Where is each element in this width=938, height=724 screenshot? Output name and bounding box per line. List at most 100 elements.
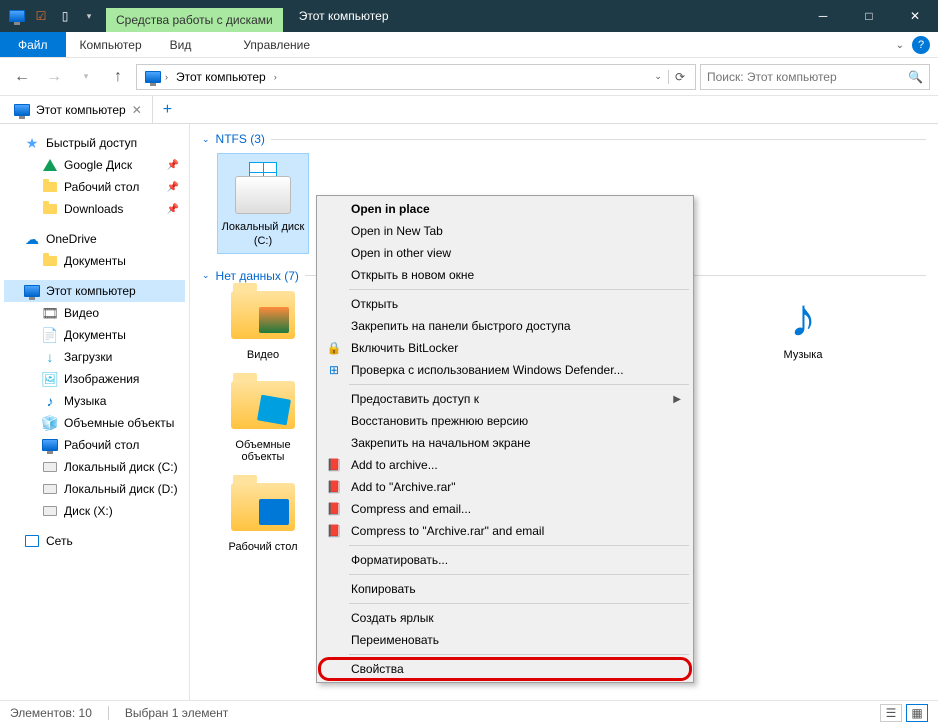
picture-icon: 🖼 <box>42 371 58 387</box>
sidebar-item-network[interactable]: Сеть <box>4 530 185 552</box>
folder-desktop[interactable]: Рабочий стол <box>218 483 308 553</box>
ctx-compress-email[interactable]: 📕Compress and email... <box>319 498 691 520</box>
sidebar-item-downloads[interactable]: Downloads📌 <box>4 198 185 220</box>
help-button[interactable]: ? <box>912 36 930 54</box>
ctx-open-new-tab[interactable]: Open in New Tab <box>319 220 691 242</box>
sidebar-item-local-c[interactable]: Локальный диск (C:) <box>4 456 185 478</box>
bitlocker-icon: 🔒 <box>325 339 343 357</box>
ctx-separator <box>349 603 689 604</box>
gdrive-icon <box>42 157 58 173</box>
folder-label: Видео <box>218 349 308 361</box>
drive-c[interactable]: Локальный диск (C:) <box>218 154 308 253</box>
view-details-button[interactable]: ☰ <box>880 704 902 722</box>
ctx-rename[interactable]: Переименовать <box>319 629 691 651</box>
sidebar-item-downloads2[interactable]: ↓Загрузки <box>4 346 185 368</box>
tab-label: Этот компьютер <box>36 103 126 117</box>
ctx-open-new-window[interactable]: Открыть в новом окне <box>319 264 691 286</box>
ctx-format[interactable]: Форматировать... <box>319 549 691 571</box>
group-header-ntfs[interactable]: ⌄ NTFS (3) <box>202 132 926 146</box>
ctx-open-in-place[interactable]: Open in place <box>319 198 691 220</box>
ctx-create-shortcut[interactable]: Создать ярлык <box>319 607 691 629</box>
sidebar-item-local-d[interactable]: Локальный диск (D:) <box>4 478 185 500</box>
quick-access-toolbar: ☑ ▯ ▾ <box>0 7 106 25</box>
close-button[interactable]: ✕ <box>892 0 938 32</box>
folder-label: Рабочий стол <box>218 541 308 553</box>
dropdown-icon[interactable]: ⌄ <box>648 71 668 82</box>
winrar-icon: 📕 <box>325 500 343 518</box>
tools-tab[interactable]: Средства работы с дисками <box>106 8 283 32</box>
ctx-add-rar[interactable]: 📕Add to "Archive.rar" <box>319 476 691 498</box>
drive-icon <box>42 481 58 497</box>
ctx-pin-quick[interactable]: Закрепить на панели быстрого доступа <box>319 315 691 337</box>
breadcrumb[interactable]: Этот компьютер› <box>172 70 281 84</box>
title-bar: ☑ ▯ ▾ Средства работы с дисками Этот ком… <box>0 0 938 32</box>
sidebar-item-3dobjects[interactable]: 🧊Объемные объекты <box>4 412 185 434</box>
sidebar-item-music[interactable]: ♪Музыка <box>4 390 185 412</box>
ctx-copy[interactable]: Копировать <box>319 578 691 600</box>
drive-icon <box>42 459 58 475</box>
back-button[interactable]: ← <box>8 63 36 91</box>
sidebar-item-desktop[interactable]: Рабочий стол📌 <box>4 176 185 198</box>
sidebar-item-onedrive[interactable]: ☁OneDrive <box>4 228 185 250</box>
ctx-add-archive[interactable]: 📕Add to archive... <box>319 454 691 476</box>
tab-bar: Этот компьютер ✕ + <box>0 96 938 124</box>
search-box[interactable]: 🔍 <box>700 64 930 90</box>
refresh-button[interactable]: ⟳ <box>668 70 691 84</box>
ctx-properties[interactable]: Свойства <box>319 658 691 680</box>
ctx-open[interactable]: Открыть <box>319 293 691 315</box>
manage-tab[interactable]: Управление <box>229 32 324 57</box>
ctx-compress-rar-email[interactable]: 📕Compress to "Archive.rar" and email <box>319 520 691 542</box>
address-box[interactable]: › Этот компьютер› ⌄ ⟳ <box>136 64 696 90</box>
folder-3dobjects[interactable]: Объемные объекты <box>218 381 308 463</box>
ctx-separator <box>349 654 689 655</box>
maximize-button[interactable]: □ <box>846 0 892 32</box>
recent-dropdown[interactable]: ▾ <box>72 63 100 91</box>
search-input[interactable] <box>707 70 908 84</box>
ctx-bitlocker[interactable]: 🔒Включить BitLocker <box>319 337 691 359</box>
ctx-defender[interactable]: ⊞Проверка с использованием Windows Defen… <box>319 359 691 381</box>
computer-menu[interactable]: Компьютер <box>66 32 156 57</box>
sidebar-item-videos[interactable]: 🎞Видео <box>4 302 185 324</box>
folder-icon <box>42 201 58 217</box>
ctx-pin-start[interactable]: Закрепить на начальном экране <box>319 432 691 454</box>
up-button[interactable]: ↑ <box>104 63 132 91</box>
drive-icon <box>42 503 58 519</box>
search-icon[interactable]: 🔍 <box>908 70 923 84</box>
dropdown-icon[interactable]: ▾ <box>80 7 98 25</box>
sidebar-item-documents[interactable]: Документы <box>4 250 185 272</box>
folder-videos[interactable]: Видео <box>218 291 308 361</box>
winrar-icon: 📕 <box>325 522 343 540</box>
folder-label: Объемные объекты <box>218 439 308 463</box>
network-icon <box>24 533 40 549</box>
folder-icon[interactable]: ▯ <box>56 7 74 25</box>
sidebar-item-disk-x[interactable]: Диск (X:) <box>4 500 185 522</box>
sidebar-item-gdrive[interactable]: Google Диск📌 <box>4 154 185 176</box>
view-menu[interactable]: Вид <box>156 32 206 57</box>
add-tab-button[interactable]: + <box>153 101 182 119</box>
ctx-grant-access[interactable]: Предоставить доступ к▶ <box>319 388 691 410</box>
forward-button[interactable]: → <box>40 63 68 91</box>
sidebar-item-documents2[interactable]: 📄Документы <box>4 324 185 346</box>
sidebar-item-quick-access[interactable]: ★Быстрый доступ <box>4 132 185 154</box>
folder-icon <box>42 253 58 269</box>
document-icon: 📄 <box>42 327 58 343</box>
ctx-open-other-view[interactable]: Open in other view <box>319 242 691 264</box>
status-selected-count: Выбран 1 элемент <box>125 706 228 720</box>
ctx-separator <box>349 545 689 546</box>
sidebar-item-this-pc[interactable]: Этот компьютер <box>4 280 185 302</box>
folder-music[interactable]: ♪ Музыка <box>758 291 848 361</box>
chevron-right-icon: ▶ <box>673 394 681 405</box>
file-menu[interactable]: Файл <box>0 32 66 57</box>
status-bar: Элементов: 10 Выбран 1 элемент ☰ ▦ <box>0 700 938 724</box>
view-icons-button[interactable]: ▦ <box>906 704 928 722</box>
film-icon: 🎞 <box>42 305 58 321</box>
sidebar-item-pictures[interactable]: 🖼Изображения <box>4 368 185 390</box>
drive-icon <box>235 176 291 214</box>
tab-this-pc[interactable]: Этот компьютер ✕ <box>4 96 153 124</box>
chevron-down-icon[interactable]: ⌄ <box>896 40 904 51</box>
ctx-restore[interactable]: Восстановить прежнюю версию <box>319 410 691 432</box>
sidebar-item-desktop2[interactable]: Рабочий стол <box>4 434 185 456</box>
close-icon[interactable]: ✕ <box>132 103 142 117</box>
checkbox-icon[interactable]: ☑ <box>32 7 50 25</box>
minimize-button[interactable]: ─ <box>800 0 846 32</box>
